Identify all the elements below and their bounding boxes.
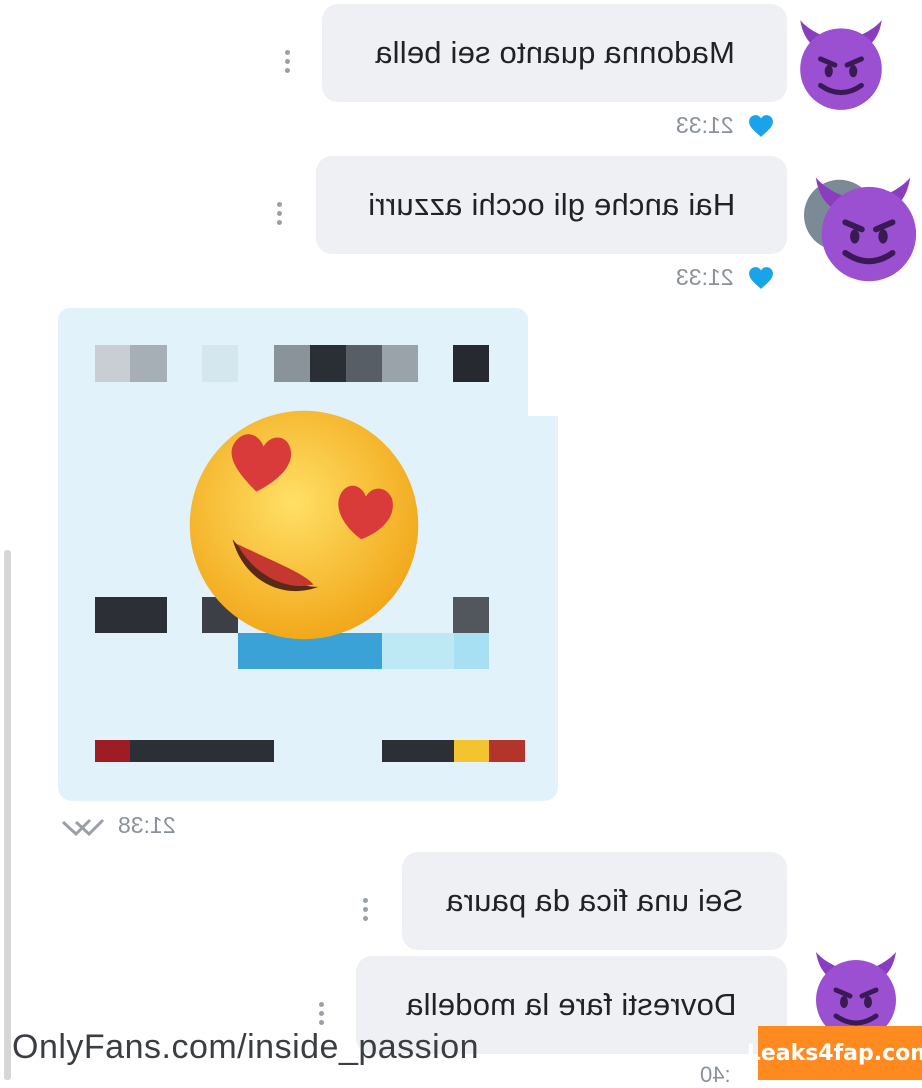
pixelated-block	[346, 345, 382, 382]
pixelated-block	[95, 740, 130, 762]
message-meta: 21:38	[62, 812, 176, 839]
heart-icon[interactable]	[748, 114, 774, 138]
message-menu-icon[interactable]	[284, 50, 290, 73]
message-meta: 21:33	[676, 112, 774, 139]
smiling-devil-icon[interactable]	[804, 168, 922, 286]
message-text: Dovresti fare la modella	[406, 987, 737, 1022]
pixelated-block	[382, 740, 454, 762]
pixelated-block	[454, 740, 489, 762]
pixelated-block	[310, 345, 346, 382]
watermark: OnlyFans.com/inside_passion	[12, 1028, 480, 1066]
pixelated-block	[453, 597, 489, 633]
message-meta: 21:33	[676, 264, 774, 291]
message-time: 21:38	[118, 812, 176, 838]
brand-badge: Leaks4fap.com	[747, 1026, 922, 1080]
pixelated-block	[274, 345, 310, 382]
message-bubble[interactable]: Sei una fica da paura	[402, 852, 787, 950]
message-bubble[interactable]: Madonna quanto sei bella	[322, 4, 787, 102]
heart-icon[interactable]	[748, 266, 774, 290]
message-text: Hai anche gli occhi azzurri	[367, 187, 736, 222]
pixelated-block	[489, 740, 525, 762]
pixelated-block	[130, 345, 167, 382]
pixelated-block	[454, 633, 489, 669]
pixelated-block	[130, 740, 274, 762]
double-check-icon	[62, 818, 104, 836]
pixelated-block	[95, 597, 167, 633]
message-menu-icon[interactable]	[318, 1002, 324, 1025]
smiling-devil-icon[interactable]	[790, 12, 892, 114]
pixelated-block	[453, 345, 489, 382]
message-text: Sei una fica da paura	[445, 883, 744, 918]
message-time: 21:33	[676, 112, 734, 138]
message-menu-icon[interactable]	[276, 202, 282, 225]
pixelated-block	[382, 345, 418, 382]
message-bubble[interactable]: Hai anche gli occhi azzurri	[316, 156, 787, 254]
message-text: Madonna quanto sei bella	[374, 35, 735, 70]
pixelated-block	[95, 345, 130, 382]
message-time: 21:33	[676, 264, 734, 290]
message-menu-icon[interactable]	[362, 898, 368, 921]
heart-eyes-emoji-icon	[189, 410, 419, 640]
message-time: :40	[700, 1062, 731, 1087]
scrollbar[interactable]	[4, 550, 11, 1080]
pixelated-block	[202, 345, 238, 382]
